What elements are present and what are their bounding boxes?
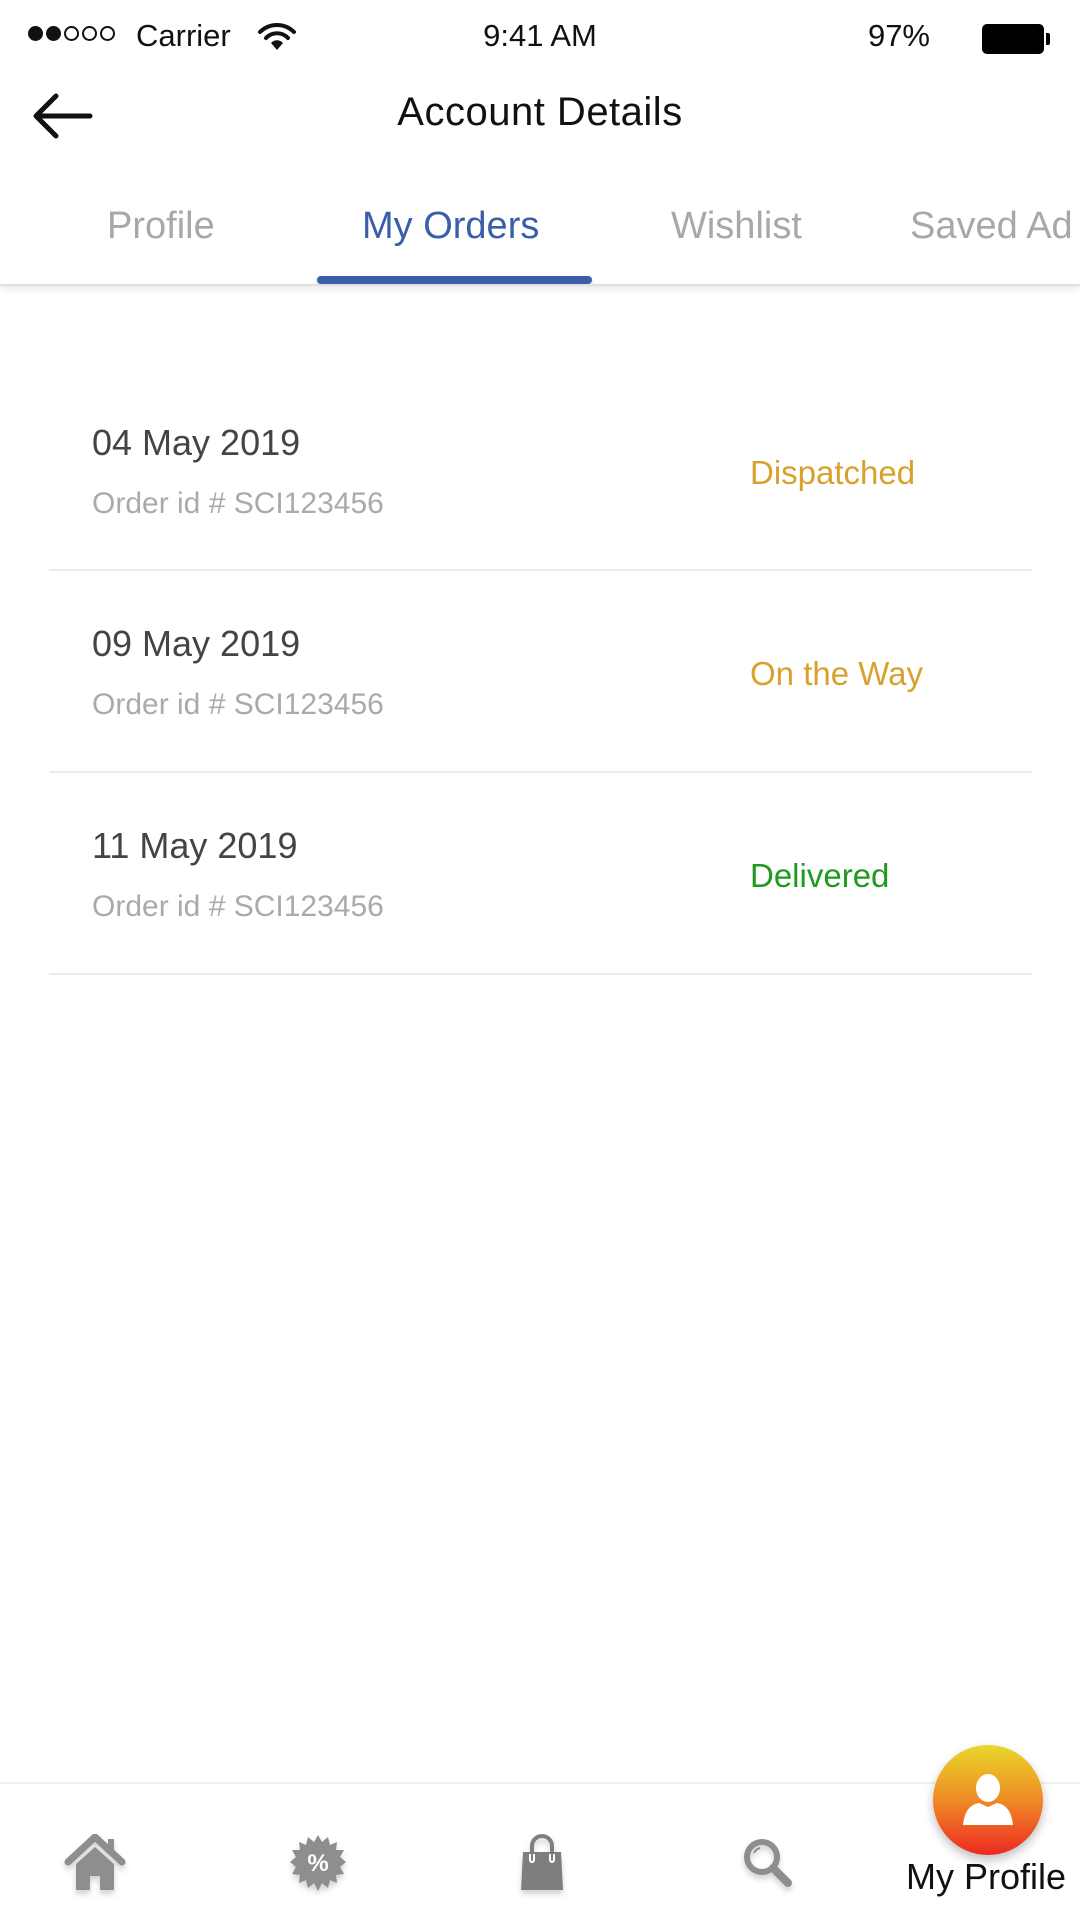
order-date: 11 May 2019 [92,825,298,866]
order-row[interactable]: 09 May 2019 Order id # SCI123456 On the … [49,571,1032,773]
shopping-bag-icon [521,1834,563,1890]
order-status: On the Way [750,655,924,692]
search-icon [744,1839,792,1887]
header: Account Details [0,76,1080,156]
order-status: Delivered [750,857,890,894]
svg-text:%: % [307,1850,328,1877]
order-date: 04 May 2019 [92,422,301,463]
order-date: 09 May 2019 [92,623,301,664]
order-row[interactable]: 11 May 2019 Order id # SCI123456 Deliver… [49,773,1032,975]
offers-percent-icon: % [290,1835,346,1891]
status-bar: Carrier 9:41 AM 97% [0,0,1080,76]
bottom-navigation: % [0,1782,1080,1920]
battery-percent: 97% [867,18,930,53]
tab-my-orders[interactable]: My Orders [362,205,539,248]
order-row[interactable]: 04 May 2019 Order id # SCI123456 Dispatc… [49,370,1032,571]
order-id: Order id # SCI123456 [92,487,384,520]
tab-bar: Profile My Orders Wishlist Saved Ad [0,190,1080,286]
battery-icon [982,24,1050,54]
tab-profile[interactable]: Profile [107,205,215,248]
nav-home-button[interactable] [60,1828,130,1898]
home-icon [64,1834,126,1890]
nav-my-profile-button[interactable] [933,1745,1043,1855]
orders-list: 04 May 2019 Order id # SCI123456 Dispatc… [49,370,1032,975]
profile-icon [963,1774,1013,1825]
order-id: Order id # SCI123456 [92,688,384,721]
order-id: Order id # SCI123456 [92,890,384,923]
my-profile-label[interactable]: My Profile [906,1856,1066,1898]
tab-wishlist[interactable]: Wishlist [671,205,802,248]
nav-offers-button[interactable]: % [283,1828,353,1898]
tab-saved-ads[interactable]: Saved Ad [910,205,1073,248]
order-status: Dispatched [750,454,916,491]
active-tab-indicator [317,276,592,284]
nav-search-button[interactable] [733,1828,803,1898]
nav-cart-button[interactable] [507,1828,577,1898]
page-title: Account Details [397,90,683,134]
